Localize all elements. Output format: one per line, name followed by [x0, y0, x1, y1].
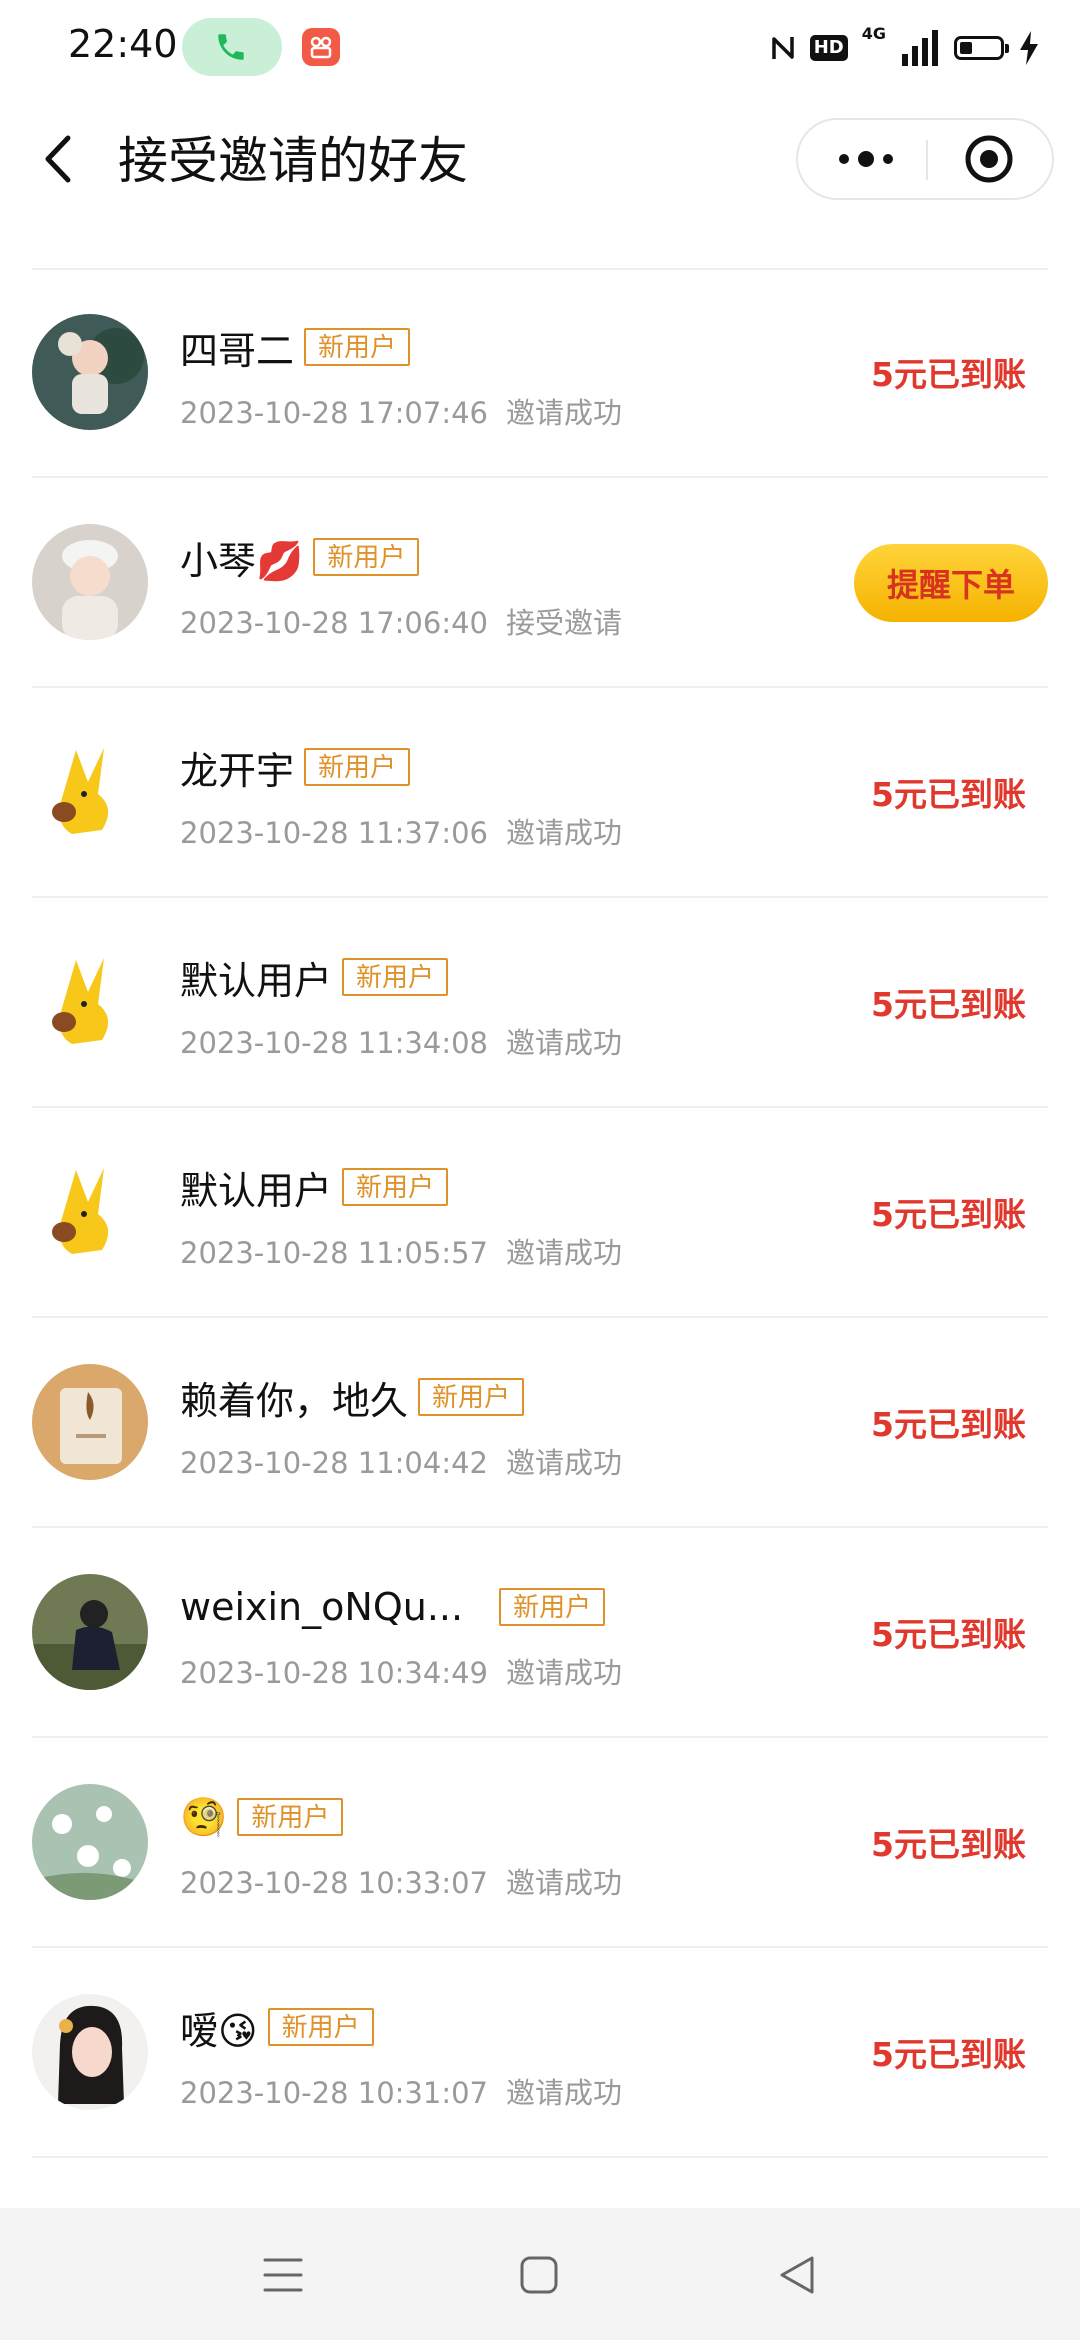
- invite-status: 邀请成功: [506, 816, 623, 850]
- invite-status: 接受邀请: [506, 606, 623, 640]
- signal-icon: [902, 30, 938, 66]
- avatar: [32, 1784, 148, 1900]
- invite-status: 邀请成功: [506, 1866, 623, 1900]
- invite-status: 邀请成功: [506, 1656, 623, 1690]
- reward-status: 5元已到账: [871, 775, 1026, 814]
- avatar: [32, 1364, 148, 1480]
- avatar: [32, 944, 148, 1060]
- invite-status: 邀请成功: [506, 2076, 623, 2110]
- invite-time: 2023-10-28 17:07:46: [180, 396, 488, 430]
- phone-icon: [218, 34, 244, 60]
- more-dots-icon[interactable]: [836, 148, 896, 170]
- list-item[interactable]: 嗳😘 新用户 2023-10-28 10:31:07 邀请成功 5元已到账: [32, 1948, 1048, 2158]
- new-user-tag: 新用户: [304, 328, 411, 366]
- menu-icon[interactable]: [262, 2254, 304, 2296]
- list-item[interactable]: 默认用户 新用户 2023-10-28 11:05:57 邀请成功 5元已到账: [32, 1108, 1048, 1318]
- invite-status: 邀请成功: [506, 1236, 623, 1270]
- user-name: 默认用户: [180, 1168, 333, 1213]
- avatar: [32, 524, 148, 640]
- app-notification-icon: [302, 28, 340, 66]
- avatar: [32, 1154, 148, 1270]
- invite-time: 2023-10-28 10:34:49: [180, 1656, 488, 1690]
- back-icon[interactable]: [40, 132, 80, 186]
- avatar: [32, 1994, 148, 2110]
- user-name: 嗳😘: [180, 2008, 258, 2053]
- reward-status: 5元已到账: [871, 355, 1026, 394]
- invite-time: 2023-10-28 17:06:40: [180, 606, 488, 640]
- user-name: 默认用户: [180, 958, 333, 1003]
- new-user-tag: 新用户: [267, 2008, 374, 2046]
- back-nav-icon[interactable]: [776, 2254, 818, 2296]
- battery-icon: [954, 36, 1009, 60]
- new-user-tag: 新用户: [499, 1588, 606, 1626]
- invite-time: 2023-10-28 11:37:06: [180, 816, 488, 850]
- invite-time: 2023-10-28 10:31:07: [180, 2076, 488, 2110]
- list-item[interactable]: weixin_oNQu... 新用户 2023-10-28 10:34:49 邀请成…: [32, 1528, 1048, 1738]
- list-item[interactable]: 🧐 新用户 2023-10-28 10:33:07 邀请成功 5元已到账: [32, 1738, 1048, 1948]
- system-navigation-bar: [0, 2208, 1080, 2340]
- new-user-tag: 新用户: [237, 1798, 344, 1836]
- reward-status: 5元已到账: [871, 1405, 1026, 1444]
- remind-order-button[interactable]: 提醒下单: [854, 544, 1048, 622]
- user-name: 小琴💋: [180, 538, 304, 583]
- user-name: 🧐: [180, 1794, 228, 1839]
- page-title: 接受邀请的好友: [118, 132, 468, 190]
- invite-time: 2023-10-28 11:04:42: [180, 1446, 488, 1480]
- invite-status: 邀请成功: [506, 1026, 623, 1060]
- avatar: [32, 314, 148, 430]
- list-item[interactable]: 小琴💋 新用户 2023-10-28 17:06:40 接受邀请 提醒下单: [32, 478, 1048, 688]
- status-time: 22:40: [68, 22, 178, 66]
- reward-status: 5元已到账: [871, 1195, 1026, 1234]
- list-item[interactable]: 四哥二 新用户 2023-10-28 17:07:46 邀请成功 5元已到账: [32, 268, 1048, 478]
- charging-icon: [1020, 31, 1038, 65]
- nfc-icon: [771, 37, 794, 59]
- list-item[interactable]: 默认用户 新用户 2023-10-28 11:34:08 邀请成功 5元已到账: [32, 898, 1048, 1108]
- new-user-tag: 新用户: [304, 748, 411, 786]
- user-name: weixin_oNQu...: [180, 1585, 464, 1629]
- user-name: 赖着你，地久: [180, 1378, 409, 1423]
- status-bar: 22:40 HD 4G: [0, 0, 1080, 96]
- avatar: [32, 1574, 148, 1690]
- invite-time: 2023-10-28 11:34:08: [180, 1026, 488, 1060]
- reward-status: 5元已到账: [871, 985, 1026, 1024]
- new-user-tag: 新用户: [342, 958, 449, 996]
- list-item[interactable]: 龙开宇 新用户 2023-10-28 11:37:06 邀请成功 5元已到账: [32, 688, 1048, 898]
- invited-friends-list: 四哥二 新用户 2023-10-28 17:07:46 邀请成功 5元已到账 小琴💋…: [0, 268, 1080, 2158]
- reward-status: 5元已到账: [871, 2035, 1026, 2074]
- avatar: [32, 734, 148, 850]
- ongoing-call-pill[interactable]: [182, 18, 282, 76]
- list-item[interactable]: 赖着你，地久 新用户 2023-10-28 11:04:42 邀请成功 5元已到账: [32, 1318, 1048, 1528]
- invite-time: 2023-10-28 10:33:07: [180, 1866, 488, 1900]
- new-user-tag: 新用户: [313, 538, 420, 576]
- nav-bar: 接受邀请的好友: [0, 96, 1080, 226]
- invite-time: 2023-10-28 11:05:57: [180, 1236, 488, 1270]
- reward-status: 5元已到账: [871, 1615, 1026, 1654]
- hd-icon: HD: [809, 35, 848, 61]
- network-type: 4G: [861, 24, 886, 43]
- new-user-tag: 新用户: [418, 1378, 525, 1416]
- capsule-divider: [926, 140, 928, 180]
- close-mini-program-icon[interactable]: [964, 134, 1014, 184]
- mini-program-capsule: [796, 118, 1054, 200]
- reward-status: 5元已到账: [871, 1825, 1026, 1864]
- invite-status: 邀请成功: [506, 396, 623, 430]
- new-user-tag: 新用户: [342, 1168, 449, 1206]
- status-icons: HD 4G: [770, 26, 1040, 70]
- user-name: 四哥二: [180, 328, 295, 373]
- invite-status: 邀请成功: [506, 1446, 623, 1480]
- user-name: 龙开宇: [180, 748, 295, 793]
- home-icon[interactable]: [518, 2254, 560, 2296]
